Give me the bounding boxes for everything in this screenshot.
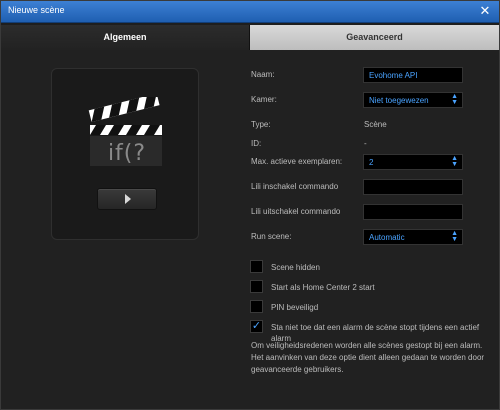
close-icon[interactable]: ✕ xyxy=(477,3,493,19)
checkmark-icon: ✓ xyxy=(251,320,262,332)
start-hc2-label: Start als Home Center 2 start xyxy=(271,283,375,292)
lili-in-label: Lili inschakel commando xyxy=(251,182,339,191)
max-select[interactable]: 2 ▲ ▼ xyxy=(363,154,463,170)
scene-dialog: Nieuwe scène ✕ Algemeen Geavanceerd if(?… xyxy=(0,0,500,410)
run-label: Run scene: xyxy=(251,232,292,241)
tab-content: if(? Naam: Evohome API Kamer: Niet toege… xyxy=(1,50,499,409)
play-icon xyxy=(125,194,131,204)
select-arrows-icon: ▲ ▼ xyxy=(451,93,458,106)
lili-in-field[interactable] xyxy=(363,179,463,195)
kamer-select[interactable]: Niet toegewezen ▲ ▼ xyxy=(363,92,463,108)
tab-geavanceerd[interactable]: Geavanceerd xyxy=(250,25,499,50)
alarm-checkbox[interactable]: ✓ xyxy=(250,320,263,333)
tab-bar: Algemeen Geavanceerd xyxy=(1,25,499,50)
scene-preview-panel: if(? xyxy=(51,68,199,240)
run-select-value: Automatic xyxy=(369,233,405,242)
window-title: Nieuwe scène xyxy=(8,5,65,15)
start-hc2-checkbox[interactable] xyxy=(250,280,263,293)
max-select-value: 2 xyxy=(369,158,374,167)
lili-uit-field[interactable] xyxy=(363,204,463,220)
id-label: ID: xyxy=(251,139,262,148)
title-bar: Nieuwe scène ✕ xyxy=(1,1,499,23)
info-text: Om veiligheidsredenen worden alle scènes… xyxy=(251,341,485,374)
kamer-select-value: Niet toegewezen xyxy=(369,96,429,105)
kamer-label: Kamer: xyxy=(251,95,277,104)
scene-code-text: if(? xyxy=(107,141,147,166)
type-label: Type: xyxy=(251,120,271,129)
pin-checkbox[interactable] xyxy=(250,300,263,313)
type-value: Scène xyxy=(364,120,387,129)
play-button[interactable] xyxy=(97,188,157,210)
id-value: - xyxy=(364,139,367,148)
tab-algemeen[interactable]: Algemeen xyxy=(1,25,250,50)
scene-hidden-checkbox[interactable] xyxy=(250,260,263,273)
select-arrows-icon: ▲ ▼ xyxy=(451,155,458,168)
run-select[interactable]: Automatic ▲ ▼ xyxy=(363,229,463,245)
naam-field[interactable]: Evohome API xyxy=(363,67,463,83)
lili-uit-label: Lili uitschakel commando xyxy=(251,207,341,216)
select-arrows-icon: ▲ ▼ xyxy=(451,230,458,243)
scene-hidden-label: Scene hidden xyxy=(271,263,320,272)
naam-label: Naam: xyxy=(251,70,275,79)
pin-label: PIN beveiligd xyxy=(271,303,319,312)
max-label: Max. actieve exemplaren: xyxy=(251,157,343,166)
